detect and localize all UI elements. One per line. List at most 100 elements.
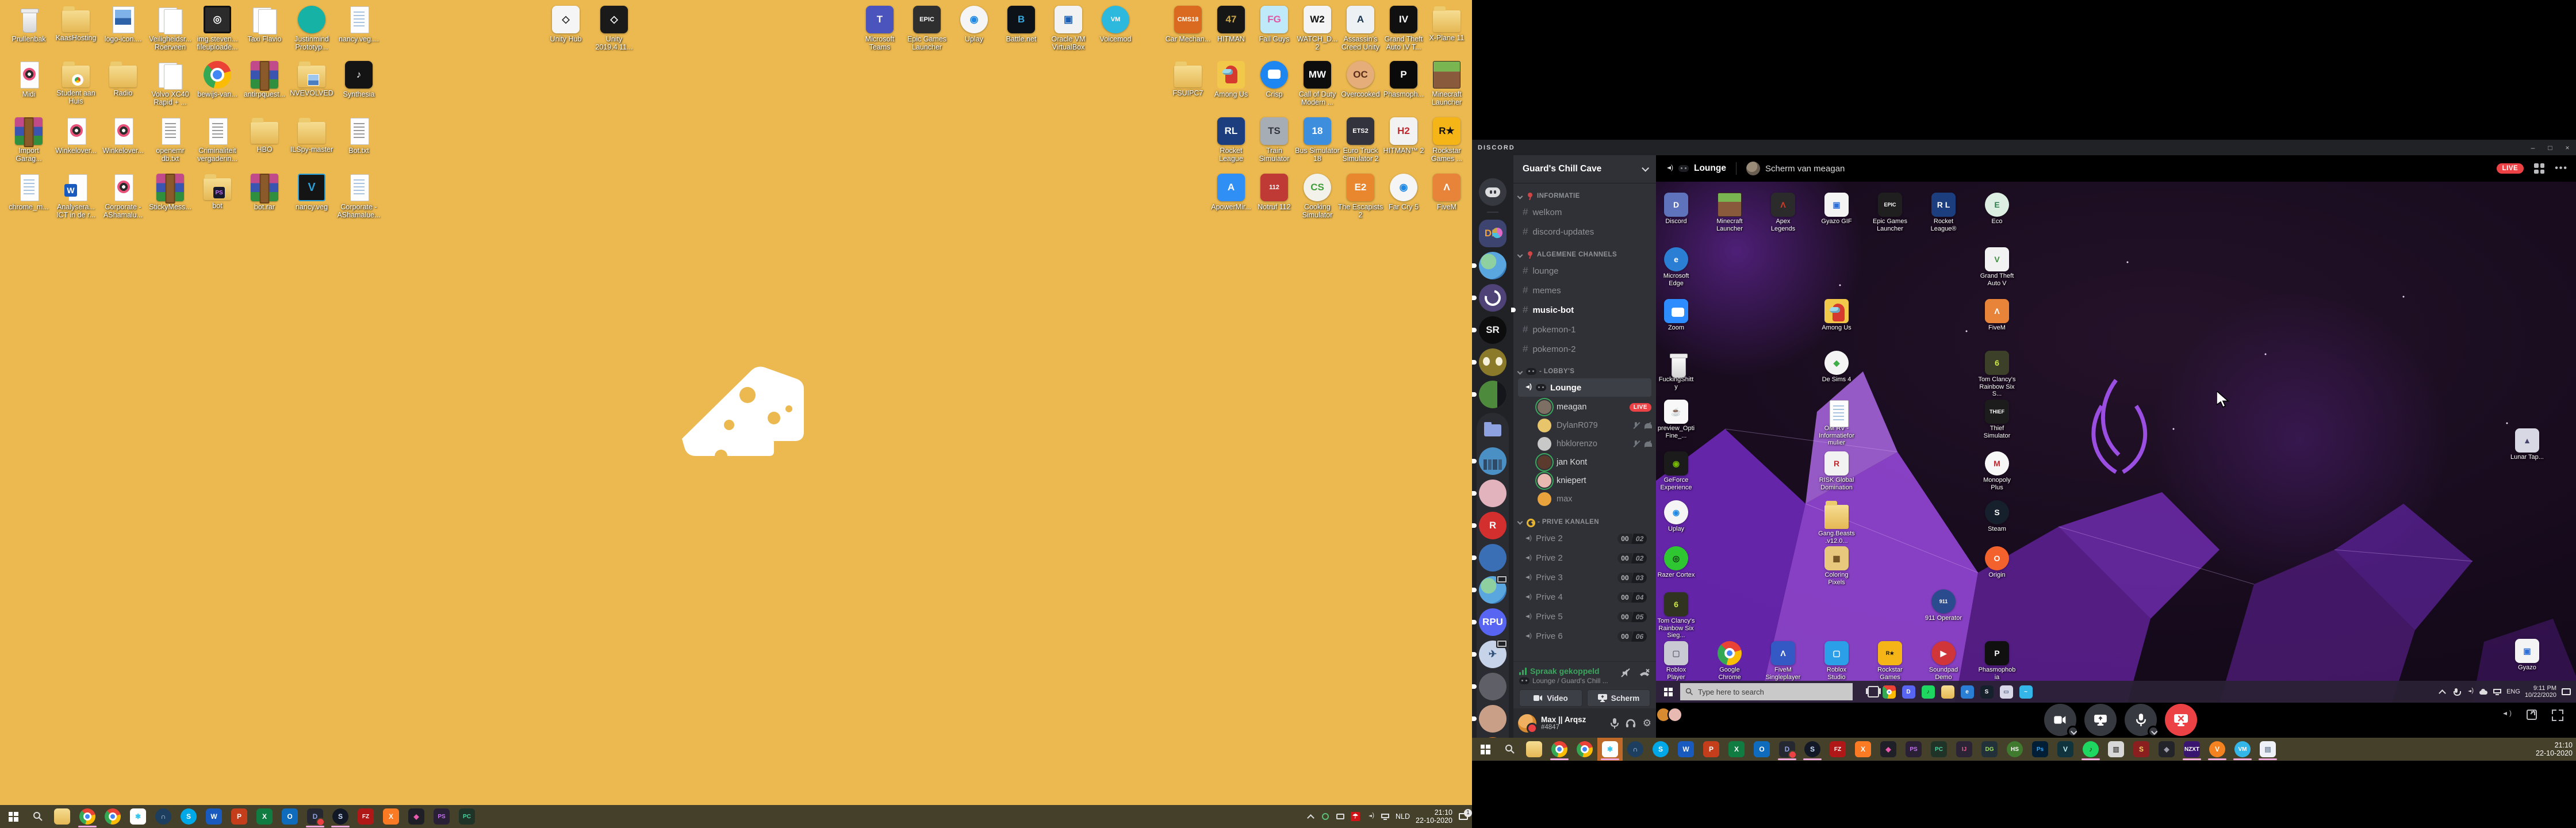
section-lobbys[interactable]: - LOBBY'S: [1513, 359, 1656, 377]
voice-user[interactable]: max: [1518, 490, 1651, 508]
taskbar-app-button[interactable]: V: [2053, 738, 2078, 761]
taskbar-app-button[interactable]: VM: [2230, 738, 2255, 761]
desktop-icon[interactable]: Bot.txt: [336, 117, 382, 155]
maximize-button[interactable]: □: [2542, 140, 2559, 155]
discord-titlebar[interactable]: DISCORD – □ ×: [1472, 140, 2576, 155]
desktop-icon[interactable]: nancy.veg....: [336, 6, 382, 43]
desktop-icon[interactable]: 112 Notruf 112: [1251, 174, 1297, 211]
text-channel[interactable]: welkom: [1518, 202, 1651, 222]
desktop-icon[interactable]: B Battle.net: [998, 6, 1044, 43]
desktop-icon[interactable]: X-Plane 11: [1424, 6, 1470, 42]
desktop-icon[interactable]: Criminaliteit vergaderin...: [194, 117, 240, 163]
popout-icon[interactable]: [2527, 710, 2537, 720]
desktop-icon[interactable]: Prullenbak: [6, 6, 52, 43]
desktop-icon[interactable]: ETS2 Euro Truck Simulator 2: [1337, 117, 1383, 163]
taskbar-app-button[interactable]: ♪: [2078, 738, 2103, 761]
screenshare-stream[interactable]: D Discord Minecraft Launcher Λ Apex Lege…: [1656, 182, 2576, 703]
taskbar-app-button[interactable]: [1521, 738, 1547, 761]
video-button[interactable]: Video: [1519, 689, 1582, 707]
taskbar-app-button[interactable]: ◆: [404, 805, 429, 828]
desktop-icon[interactable]: W Analysera... ICT in de r...: [53, 174, 99, 219]
desktop-icon[interactable]: Winkelover...: [53, 117, 99, 155]
text-channel[interactable]: music-bot: [1518, 300, 1651, 320]
taskbar-app-button[interactable]: O: [1749, 738, 1774, 761]
tray-icon[interactable]: [1381, 812, 1390, 821]
server-header[interactable]: Guard's Chill Cave: [1513, 155, 1656, 183]
taskbar-app-button[interactable]: P: [1699, 738, 1724, 761]
desktop-icon[interactable]: CS Cooking Simulator: [1294, 174, 1340, 219]
voice-channel-path[interactable]: Lounge / Guard's Chill ...: [1532, 677, 1608, 685]
taskbar-app-button[interactable]: [75, 805, 100, 828]
desktop-icon[interactable]: ♪ Synthesia: [336, 61, 382, 98]
text-channel[interactable]: pokemon-1: [1518, 320, 1651, 339]
taskbar-app-button[interactable]: P: [227, 805, 252, 828]
taskbar-app-button[interactable]: S: [176, 805, 201, 828]
desktop-icon[interactable]: 47 HITMAN: [1208, 6, 1254, 43]
desktop-icon[interactable]: openemr db.txt: [147, 117, 193, 163]
desktop-icon[interactable]: R★ Rockstar Games ...: [1424, 117, 1470, 163]
desktop-icon[interactable]: HBO: [241, 117, 288, 154]
taskbar-app-button[interactable]: W: [201, 805, 227, 828]
server-icon[interactable]: [1479, 284, 1506, 312]
desktop-icon[interactable]: H2 HITMAN™ 2: [1381, 117, 1427, 155]
screenshare-button[interactable]: [2084, 704, 2117, 736]
desktop-icon[interactable]: Taxi Flavio: [241, 6, 288, 43]
taskbar-app-button[interactable]: S: [1648, 738, 1673, 761]
private-voice-channel[interactable]: Prive 5 0005: [1518, 607, 1651, 626]
taskbar-app-button[interactable]: O: [277, 805, 302, 828]
desktop-icon[interactable]: Justinmind Prototyp...: [289, 6, 335, 51]
server-icon[interactable]: ✈: [1479, 641, 1506, 668]
desktop-icon[interactable]: Corporate - AShamalu...: [100, 174, 146, 219]
desktop-icon[interactable]: OC Overcooked: [1337, 61, 1383, 98]
server-icon[interactable]: [1479, 381, 1506, 408]
camera-options-chevron[interactable]: [2067, 726, 2079, 737]
server-icon[interactable]: [1479, 252, 1506, 279]
desktop-icon[interactable]: RL Rocket League: [1208, 117, 1254, 163]
private-voice-channel[interactable]: Prive 4 0004: [1518, 588, 1651, 607]
camera-button[interactable]: [2044, 704, 2076, 736]
taskbar-app-button[interactable]: [1572, 738, 1597, 761]
desktop-icon[interactable]: Among Us: [1208, 61, 1254, 98]
taskbar-app-button[interactable]: S: [2129, 738, 2154, 761]
desktop-icon[interactable]: Minecraft Launcher: [1424, 61, 1470, 106]
action-center-icon[interactable]: 1: [1458, 812, 1469, 821]
desktop-icon[interactable]: ◉ Uplay: [951, 6, 997, 43]
server-icon[interactable]: [1479, 480, 1506, 507]
mic-options-chevron[interactable]: [2148, 726, 2159, 737]
desktop-icon[interactable]: Student aan Huis: [53, 61, 99, 105]
desktop-icon[interactable]: T Microsoft Teams: [857, 6, 903, 51]
desktop-icon[interactable]: P Phasmoph...: [1381, 61, 1427, 98]
taskbar-app-button[interactable]: W: [1673, 738, 1699, 761]
server-icon[interactable]: [1479, 348, 1506, 376]
server-icon[interactable]: [1479, 178, 1506, 206]
desktop-icon[interactable]: A ApowerMir...: [1208, 174, 1254, 211]
tray-icon[interactable]: [1321, 812, 1330, 821]
taskbar-app-button[interactable]: PS: [429, 805, 454, 828]
taskbar-app-button[interactable]: [100, 805, 125, 828]
desktop-icon[interactable]: Corporate - AShamalue...: [336, 174, 382, 219]
taskbar-app-button[interactable]: ✱: [1597, 738, 1623, 761]
server-icon[interactable]: [1479, 544, 1506, 572]
taskbar-app-button[interactable]: [49, 805, 75, 828]
desktop-icon[interactable]: ◇ Unity Hub: [543, 6, 589, 43]
voice-user[interactable]: hbklorenzo: [1518, 435, 1651, 453]
desktop-icon[interactable]: bewijs-van...: [194, 61, 240, 98]
taskbar-app-button[interactable]: ▤: [2255, 738, 2280, 761]
taskbar-app-button[interactable]: NZXT: [2179, 738, 2205, 761]
taskbar-app-button[interactable]: Ps: [2027, 738, 2053, 761]
user-avatar-dnd[interactable]: [1518, 714, 1536, 733]
taskbar-app-button[interactable]: V: [2205, 738, 2230, 761]
section-prive[interactable]: - PRIVE KANALEN: [1513, 508, 1656, 528]
start-button[interactable]: [0, 805, 26, 828]
server-icon[interactable]: DIS: [1479, 220, 1506, 247]
desktop-icon[interactable]: KaasHosting: [53, 6, 99, 42]
tray-icon[interactable]: [1336, 812, 1345, 821]
taskbar-app-button[interactable]: DG: [1977, 738, 2002, 761]
grid-view-icon[interactable]: [2534, 163, 2544, 174]
voice-user[interactable]: jan Kont: [1518, 453, 1651, 471]
desktop-icon[interactable]: Veiligheidsr... Roerveen: [147, 6, 193, 51]
text-channel[interactable]: pokemon-2: [1518, 339, 1651, 359]
start-button[interactable]: [1472, 738, 1498, 761]
taskbar-app-button[interactable]: ✱: [125, 805, 151, 828]
taskbar-app-button[interactable]: X: [252, 805, 277, 828]
